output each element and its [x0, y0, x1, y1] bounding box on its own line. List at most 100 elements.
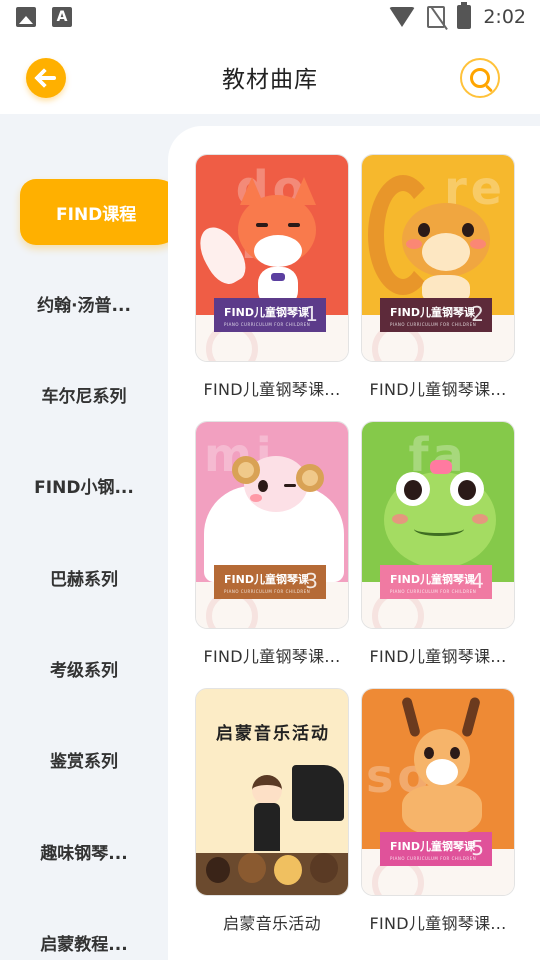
cover-art: mi [196, 422, 348, 582]
book-title: FIND儿童钢琴课... [203, 380, 341, 399]
deer-eye [450, 747, 460, 759]
app-header: 教材曲库 [0, 36, 540, 114]
deer-antler [400, 696, 422, 738]
sidebar-item-label: 鉴赏系列 [50, 751, 118, 772]
audience-head [274, 855, 302, 885]
book-card[interactable]: mi FIND儿童钢琴课 PIANO CURRICULUM FOR CHILDR… [195, 421, 349, 667]
sidebar-item-label: 车尔尼系列 [41, 386, 127, 407]
sidebar-item-john-thompson[interactable]: 约翰·汤普... [0, 270, 168, 336]
cover-title-text: 启蒙音乐活动 [216, 723, 330, 744]
book-title: FIND儿童钢琴课... [369, 914, 507, 933]
book-cover[interactable]: re FIND儿童钢琴课 PIANO CURRICULUM FOR CHILDR… [361, 154, 515, 362]
sidebar-item-find-course[interactable]: FIND课程 [20, 179, 188, 245]
book-title: 启蒙音乐活动 [223, 914, 321, 933]
cover-label: FIND儿童钢琴课 PIANO CURRICULUM FOR CHILDREN … [380, 565, 492, 599]
squirrel-cheek [470, 239, 486, 249]
deer-muzzle [426, 759, 458, 785]
cover-number: 1 [305, 302, 318, 326]
sheep-horn [232, 456, 260, 484]
cover-art: sol [362, 689, 514, 849]
grand-piano [292, 765, 344, 821]
book-card[interactable]: fa FIND儿童钢琴课 PIANO CURRICULUM FOR CHILDR… [361, 421, 515, 667]
book-title: FIND儿童钢琴课... [203, 647, 341, 666]
book-cover[interactable]: sol FIND儿童钢琴课 PIANO CURRICULUM FOR CHILD… [361, 688, 515, 896]
fox-eye [256, 223, 268, 227]
status-time: 2:02 [483, 6, 526, 28]
sidebar-item-exam[interactable]: 考级系列 [0, 635, 168, 701]
deer-antler [460, 696, 482, 738]
squirrel-eye [418, 223, 430, 237]
sheep-eye [258, 480, 268, 492]
category-sidebar: FIND课程 约翰·汤普... 车尔尼系列 FIND小钢... 巴赫系列 考级系… [0, 114, 188, 960]
sheep-cheek [250, 494, 262, 502]
sidebar-item-label: 趣味钢琴... [40, 843, 128, 864]
cover-art: fa [362, 422, 514, 582]
page-title: 教材曲库 [222, 67, 318, 93]
performer-head [252, 775, 282, 805]
frog-cheek [392, 514, 408, 524]
sheep-wink [284, 484, 296, 487]
cover-number: 4 [471, 569, 484, 593]
book-title: FIND儿童钢琴课... [369, 647, 507, 666]
audience-head [310, 853, 338, 883]
audience-head [206, 857, 230, 883]
squirrel-cheek [406, 239, 422, 249]
cover-number: 5 [471, 836, 484, 860]
deer-body [402, 785, 482, 835]
font-icon: A [52, 7, 72, 27]
status-bar: A 2:02 [0, 0, 540, 36]
cover-art: re [362, 155, 514, 315]
frog-bow [430, 460, 452, 474]
sidebar-item-label: 约翰·汤普... [37, 295, 131, 316]
battery-charging-icon [457, 2, 472, 29]
fox-ear [240, 177, 264, 205]
fox-bowtie [271, 273, 285, 281]
sidebar-item-find-little-piano[interactable]: FIND小钢... [0, 452, 168, 518]
deer-eye [424, 747, 434, 759]
sidebar-item-enlightenment[interactable]: 启蒙教程... [0, 909, 168, 960]
cover-label: FIND儿童钢琴课 PIANO CURRICULUM FOR CHILDREN … [214, 565, 326, 599]
sidebar-item-label: FIND课程 [56, 204, 137, 225]
frog-eye [404, 480, 422, 500]
no-sim-icon [427, 6, 446, 28]
search-button[interactable] [460, 58, 500, 98]
cover-number: 2 [471, 302, 484, 326]
cover-label: FIND儿童钢琴课 PIANO CURRICULUM FOR CHILDREN … [214, 298, 326, 332]
book-grid-panel: do re FIND儿童钢琴课 PIANO CURRICULUM FOR CHI… [168, 126, 540, 960]
sidebar-item-label: 启蒙教程... [40, 934, 128, 955]
audience-head [238, 853, 266, 883]
gallery-icon [16, 7, 36, 27]
book-cover[interactable]: do re FIND儿童钢琴课 PIANO CURRICULUM FOR CHI… [195, 154, 349, 362]
book-card[interactable]: sol FIND儿童钢琴课 PIANO CURRICULUM FOR CHILD… [361, 688, 515, 934]
sidebar-item-label: FIND小钢... [34, 477, 134, 498]
squirrel-muzzle [422, 233, 470, 271]
book-cover[interactable]: 启蒙音乐活动 [195, 688, 349, 896]
cover-label: FIND儿童钢琴课 PIANO CURRICULUM FOR CHILDREN … [380, 832, 492, 866]
sidebar-item-czerny[interactable]: 车尔尼系列 [0, 361, 168, 427]
sidebar-item-label: 巴赫系列 [50, 569, 118, 590]
sidebar-item-appreciation[interactable]: 鉴赏系列 [0, 726, 168, 792]
sidebar-item-bach[interactable]: 巴赫系列 [0, 544, 168, 610]
fox-ear [292, 177, 316, 205]
frog-eye [458, 480, 476, 500]
fox-muzzle [254, 235, 302, 267]
frog-cheek [472, 514, 488, 524]
cover-art: do re [196, 155, 348, 315]
search-icon [470, 68, 490, 88]
performer-body [254, 803, 280, 851]
book-cover[interactable]: mi FIND儿童钢琴课 PIANO CURRICULUM FOR CHILDR… [195, 421, 349, 629]
frog-mouth [414, 522, 464, 536]
book-card[interactable]: do re FIND儿童钢琴课 PIANO CURRICULUM FOR CHI… [195, 154, 349, 400]
sidebar-item-fun-piano[interactable]: 趣味钢琴... [0, 818, 168, 884]
fox-eye [288, 223, 300, 227]
book-card[interactable]: re FIND儿童钢琴课 PIANO CURRICULUM FOR CHILDR… [361, 154, 515, 400]
cover-label: FIND儿童钢琴课 PIANO CURRICULUM FOR CHILDREN … [380, 298, 492, 332]
wifi-icon [389, 7, 416, 27]
cover-number: 3 [305, 569, 318, 593]
book-card[interactable]: 启蒙音乐活动 启蒙音乐活动 [195, 688, 349, 934]
squirrel-eye [462, 223, 474, 237]
book-title: FIND儿童钢琴课... [369, 380, 507, 399]
sidebar-item-label: 考级系列 [50, 660, 118, 681]
sheep-horn [296, 464, 324, 492]
book-cover[interactable]: fa FIND儿童钢琴课 PIANO CURRICULUM FOR CHILDR… [361, 421, 515, 629]
